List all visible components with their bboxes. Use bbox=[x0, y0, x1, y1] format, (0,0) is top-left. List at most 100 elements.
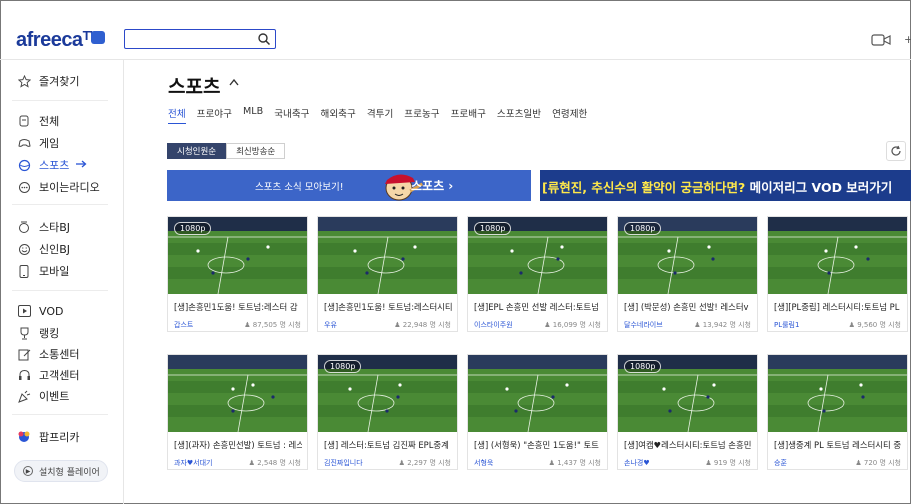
tab-mlb[interactable]: MLB bbox=[243, 106, 263, 124]
broadcast-card[interactable]: 1080p [생] 레스터:토트넘 김진짜 EPL중계 김진짜입니다 ♟ 2,2… bbox=[317, 354, 458, 470]
broadcast-card[interactable]: 1080p [생]손흥민1도움! 토트넘:레스터 감 갑스트 ♟ 87,505 … bbox=[167, 216, 308, 332]
sports-news-banner[interactable]: 스포츠 소식 모아보기! 스포츠 › bbox=[167, 170, 531, 201]
sidebar-item-new-bj[interactable]: 신인BJ bbox=[17, 240, 70, 258]
more-menu-button[interactable]: + bbox=[904, 33, 911, 46]
channel-name[interactable]: 갑스트 bbox=[174, 320, 193, 330]
broadcast-camera-icon[interactable] bbox=[871, 33, 891, 47]
stream-title[interactable]: [생](과자) 손흥민선발) 토트넘 : 레스 bbox=[174, 439, 302, 451]
stream-thumbnail[interactable]: 1080p bbox=[618, 355, 757, 432]
tab-all[interactable]: 전체 bbox=[168, 106, 186, 124]
stream-thumbnail[interactable]: 1080p bbox=[468, 217, 607, 294]
sidebar-item-game[interactable]: 게임 bbox=[17, 134, 59, 152]
quality-badge: 1080p bbox=[624, 360, 662, 373]
stream-title[interactable]: [생]손흥민1도움! 토트넘:레스터 감 bbox=[174, 301, 302, 313]
sort-latest-button[interactable]: 최신방송순 bbox=[226, 143, 286, 159]
sidebar-item-vod[interactable]: VOD bbox=[17, 302, 63, 320]
viewer-count-text: 87,505 명 시청 bbox=[252, 321, 301, 329]
stream-title[interactable]: [생][PL중립] 레스터시티:토트넘 PL bbox=[774, 301, 902, 313]
broadcast-card[interactable]: [생](과자) 손흥민선발) 토트넘 : 레스 과자♥서대기 ♟ 2,548 명… bbox=[167, 354, 308, 470]
sidebar: 즐겨찾기 전체 게임 스포츠 보이는라디오 스타BJ 신인BJ 모바일 VOD … bbox=[0, 60, 124, 504]
sidebar-item-label: 전체 bbox=[39, 115, 60, 128]
viewer-icon: ♟ bbox=[248, 459, 258, 467]
stream-thumbnail[interactable] bbox=[768, 355, 907, 432]
refresh-button[interactable] bbox=[886, 141, 906, 161]
sidebar-item-sports[interactable]: 스포츠 bbox=[17, 156, 87, 174]
mlb-vod-banner[interactable]: [류현진, 추신수의 활약이 궁금하다면? 메이저리그 VOD 보러가기 bbox=[540, 170, 911, 201]
broadcast-card[interactable]: 1080p [생]여캠♥레스터시티:토트넘 손흥민 손나경♥ ♟ 919 명 시… bbox=[617, 354, 758, 470]
viewer-icon: ♟ bbox=[705, 459, 714, 467]
broadcast-card[interactable]: [생]손흥민1도움! 토트넘:레스터시티 우유 ♟ 22,948 명 시청 bbox=[317, 216, 458, 332]
stream-title[interactable]: [생] 레스터:토트넘 김진짜 EPL중계 bbox=[324, 439, 452, 451]
sidebar-item-event[interactable]: 이벤트 bbox=[17, 387, 69, 405]
viewer-count: ♟ 87,505 명 시청 bbox=[244, 320, 301, 330]
stream-title[interactable]: [생]손흥민1도움! 토트넘:레스터시티 bbox=[324, 301, 452, 313]
broadcast-card[interactable]: 1080p [생] (박문성) 손흥민 선발! 레스터v 달수네라이브 ♟ 13… bbox=[617, 216, 758, 332]
stream-title[interactable]: [생]EPL 손흥민 선발 레스터:토트넘 bbox=[474, 301, 602, 313]
broadcast-card[interactable]: [생] (서형욱) "손흥민 1도움!" 토트 서형욱 ♟ 1,437 명 시청 bbox=[467, 354, 608, 470]
stream-thumbnail[interactable]: 1080p bbox=[618, 217, 757, 294]
top-header: afreecaTV + bbox=[0, 0, 911, 60]
stream-title[interactable]: [생]생중계 PL 토트넘 레스터시티 중 bbox=[774, 439, 902, 451]
install-player-button[interactable]: ▶ 설치형 플레이어 bbox=[14, 460, 108, 482]
viewer-count: ♟ 22,948 명 시청 bbox=[394, 320, 451, 330]
sidebar-item-popfreeca[interactable]: 팝프리카 bbox=[17, 428, 79, 446]
viewer-icon: ♟ bbox=[544, 321, 553, 329]
stream-title[interactable]: [생] (박문성) 손흥민 선발! 레스터v bbox=[624, 301, 752, 313]
tab-general-sports[interactable]: 스포츠일반 bbox=[497, 106, 541, 124]
sidebar-item-radio[interactable]: 보이는라디오 bbox=[17, 178, 100, 196]
quality-badge: 1080p bbox=[174, 222, 212, 235]
tab-martial-arts[interactable]: 격투기 bbox=[367, 106, 393, 124]
sort-viewers-button[interactable]: 시청인원순 bbox=[167, 143, 227, 159]
soccer-field-image bbox=[468, 355, 607, 432]
tab-pro-baseball[interactable]: 프로야구 bbox=[197, 106, 232, 124]
channel-name[interactable]: 승훈 bbox=[774, 458, 787, 468]
channel-name[interactable]: 우유 bbox=[324, 320, 337, 330]
stream-title[interactable]: [생] (서형욱) "손흥민 1도움!" 토트 bbox=[474, 439, 602, 451]
channel-name[interactable]: 과자♥서대기 bbox=[174, 458, 212, 468]
sidebar-item-favorites[interactable]: 즐겨찾기 bbox=[17, 72, 79, 90]
broadcast-card[interactable]: [생][PL중립] 레스터시티:토트넘 PL PL룰림1 ♟ 9,560 명 시… bbox=[767, 216, 908, 332]
banner-text: 스포츠 소식 모아보기! bbox=[255, 182, 344, 193]
viewer-icon: ♟ bbox=[855, 459, 864, 467]
channel-name[interactable]: 서형욱 bbox=[474, 458, 493, 468]
stream-title[interactable]: [생]여캠♥레스터시티:토트넘 손흥민 bbox=[624, 439, 752, 451]
broadcast-card[interactable]: 1080p [생]EPL 손흥민 선발 레스터:토트넘 이스타이주원 ♟ 16,… bbox=[467, 216, 608, 332]
chevron-up-icon[interactable] bbox=[228, 77, 240, 87]
broadcast-card[interactable]: [생]생중계 PL 토트넘 레스터시티 중 승훈 ♟ 720 명 시청 bbox=[767, 354, 908, 470]
viewer-count-text: 2,548 명 시청 bbox=[257, 459, 301, 467]
afreecatv-logo[interactable]: afreecaTV bbox=[16, 28, 99, 52]
channel-name[interactable]: 달수네라이브 bbox=[624, 320, 663, 330]
sidebar-item-support[interactable]: 고객센터 bbox=[17, 366, 79, 384]
stream-thumbnail[interactable] bbox=[468, 355, 607, 432]
sidebar-item-mobile[interactable]: 모바일 bbox=[17, 262, 69, 280]
search-icon[interactable] bbox=[257, 32, 271, 46]
tab-domestic-soccer[interactable]: 국내축구 bbox=[274, 106, 309, 124]
popfreeca-icon bbox=[17, 430, 31, 444]
search-input[interactable] bbox=[129, 32, 249, 46]
stream-thumbnail[interactable] bbox=[318, 217, 457, 294]
quality-badge: 1080p bbox=[474, 222, 512, 235]
stream-thumbnail[interactable] bbox=[168, 355, 307, 432]
sidebar-item-community[interactable]: 소통센터 bbox=[17, 345, 79, 363]
channel-name[interactable]: 이스타이주원 bbox=[474, 320, 513, 330]
sidebar-item-star-bj[interactable]: 스타BJ bbox=[17, 218, 70, 236]
sidebar-item-all[interactable]: 전체 bbox=[17, 112, 59, 130]
stream-thumbnail[interactable]: 1080p bbox=[318, 355, 457, 432]
viewer-count: ♟ 2,548 명 시청 bbox=[249, 458, 301, 468]
mobile-icon bbox=[17, 264, 31, 278]
channel-name[interactable]: PL룰림1 bbox=[774, 320, 799, 330]
channel-name[interactable]: 김진짜입니다 bbox=[324, 458, 363, 468]
stream-thumbnail[interactable]: 1080p bbox=[168, 217, 307, 294]
tab-age-restricted[interactable]: 연령제한 bbox=[552, 106, 587, 124]
sidebar-item-ranking[interactable]: 랭킹 bbox=[17, 324, 59, 342]
banner-text-main: [류현진, 추신수의 활약이 궁금하다면? bbox=[542, 180, 746, 195]
viewer-count: ♟ 919 명 시청 bbox=[705, 458, 751, 468]
tab-pro-basketball[interactable]: 프로농구 bbox=[404, 106, 439, 124]
tab-pro-volleyball[interactable]: 프로배구 bbox=[451, 106, 486, 124]
viewer-count-text: 22,948 명 시청 bbox=[402, 321, 451, 329]
stream-thumbnail[interactable] bbox=[768, 217, 907, 294]
channel-name[interactable]: 손나경♥ bbox=[624, 458, 650, 468]
tab-overseas-soccer[interactable]: 해외축구 bbox=[321, 106, 356, 124]
sidebar-item-label: 게임 bbox=[39, 137, 60, 150]
sidebar-divider bbox=[12, 100, 108, 101]
